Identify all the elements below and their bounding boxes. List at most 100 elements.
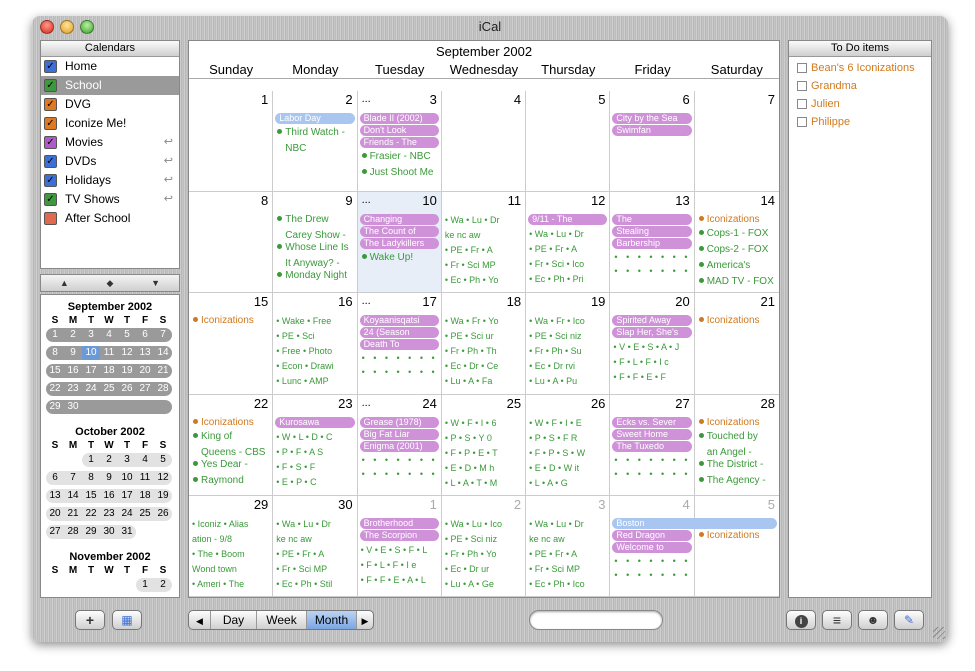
- day-cell[interactable]: 10... Changing The Count of The Ladykillers…: [357, 192, 442, 294]
- mini-prev-button[interactable]: ▲: [60, 278, 69, 288]
- event-item[interactable]: Queens - CBS: [193, 447, 270, 459]
- day-cell[interactable]: 19 • Wa • Fr • Ico • PE • Sci niz • Fr • Ph…: [526, 293, 611, 395]
- mini-day[interactable]: 7: [64, 471, 82, 485]
- mini-day[interactable]: 18: [100, 364, 118, 378]
- event-grid-row[interactable]: • E • D • W it: [529, 462, 607, 474]
- event-grid-row[interactable]: • Ec • Ph • Stil: [276, 578, 354, 590]
- todo-checkbox[interactable]: [797, 81, 807, 91]
- mini-day[interactable]: 12: [154, 471, 172, 485]
- event-band[interactable]: Labor Day: [275, 113, 355, 124]
- mini-day[interactable]: 24: [82, 382, 100, 396]
- event-item[interactable]: Monday Night: [277, 270, 354, 282]
- event-grid-row[interactable]: • Wa • Lu • Ico: [445, 518, 523, 530]
- event-band[interactable]: Big Fat Liar: [359, 428, 439, 440]
- event-band[interactable]: Brotherhood: [359, 517, 439, 529]
- calendar-item[interactable]: ✓ TV Shows ↩: [41, 190, 179, 209]
- event-item[interactable]: NBC: [277, 143, 354, 155]
- event-grid-row[interactable]: • F • P • S • W: [529, 447, 607, 459]
- day-cell[interactable]: 27 Ecks vs. Sever Sweet Home The Tuxedo • • …: [610, 394, 695, 496]
- calendar-item[interactable]: ✓ DVG: [41, 95, 179, 114]
- event-grid-row[interactable]: • Fr • Sci • Ico: [529, 258, 607, 270]
- event-item[interactable]: Iconizations: [698, 315, 777, 327]
- calendar-checkbox[interactable]: ✓: [44, 193, 57, 206]
- event-item[interactable]: The Drew: [277, 214, 354, 226]
- event-grid-row[interactable]: • F • S • F: [276, 461, 354, 473]
- event-grid-row[interactable]: • L • A • T • M: [445, 477, 523, 489]
- mini-day[interactable]: 9: [100, 471, 118, 485]
- day-cell[interactable]: 4 Red Dragon Welcome to • • • • • • • • • • …: [610, 495, 695, 597]
- todo-item[interactable]: Grandma: [789, 77, 931, 95]
- event-grid-row[interactable]: • Wa • Lu • Dr: [529, 518, 607, 530]
- event-grid-row[interactable]: • Fr • Sci MP: [529, 563, 607, 575]
- event-grid-row[interactable]: • Fr • Sci MP: [276, 563, 354, 575]
- event-item[interactable]: Iconizations: [193, 315, 270, 327]
- event-dot-row[interactable]: • • • • • • • •: [362, 367, 441, 377]
- mini-day[interactable]: 5: [118, 328, 136, 342]
- mini-day[interactable]: 2: [64, 328, 82, 342]
- mini-day[interactable]: 2: [100, 453, 118, 467]
- event-band[interactable]: The Ladykillers: [359, 238, 439, 250]
- mini-day[interactable]: 16: [100, 489, 118, 503]
- mini-today-button[interactable]: ◆: [107, 278, 114, 289]
- event-grid-row[interactable]: • Ec • Dr • Ce: [445, 360, 523, 372]
- mini-day[interactable]: 29: [46, 400, 64, 414]
- event-grid-row[interactable]: • W • L • D • C: [276, 431, 354, 443]
- event-dot-row[interactable]: • • • • • • • •: [362, 455, 441, 465]
- event-item[interactable]: an Angel -: [699, 447, 777, 459]
- mini-day[interactable]: 20: [136, 364, 154, 378]
- event-grid-row[interactable]: • Ameri • The: [192, 578, 270, 590]
- day-cell[interactable]: 2 • Wa • Lu • Ico • PE • Sci niz • Fr • Ph …: [441, 495, 527, 597]
- calendar-item[interactable]: ✓ DVDs ↩: [41, 152, 179, 171]
- event-grid-row[interactable]: • E • P • C: [276, 476, 354, 488]
- mini-day[interactable]: 16: [64, 364, 82, 378]
- event-band[interactable]: Welcome to: [612, 541, 692, 553]
- event-item[interactable]: Yes Dear -: [193, 459, 270, 471]
- event-dot-row[interactable]: • • • • • • • •: [614, 570, 693, 580]
- mini-day[interactable]: 2: [154, 578, 172, 592]
- event-band[interactable]: Sweet Home: [612, 428, 692, 440]
- todo-checkbox[interactable]: [797, 99, 807, 109]
- mini-day[interactable]: 7: [154, 328, 172, 342]
- event-band[interactable]: The Tuxedo: [612, 440, 692, 452]
- calendar-item[interactable]: ✓ Home: [41, 57, 179, 76]
- event-band[interactable]: City by the Sea: [612, 113, 692, 124]
- event-grid-row[interactable]: • Wa • Fr • Yo: [445, 315, 523, 327]
- day-cell[interactable]: 2 Labor Day Third Watch - NBC: [273, 91, 358, 193]
- event-grid-row[interactable]: • Wa • Lu • Dr: [445, 214, 523, 226]
- event-grid-row[interactable]: • V • E • S • F • L: [361, 544, 439, 556]
- calendar-checkbox[interactable]: [44, 212, 57, 225]
- todo-item[interactable]: Julien: [789, 95, 931, 113]
- mini-day[interactable]: 3: [82, 328, 100, 342]
- day-cell[interactable]: 15 Iconizations: [189, 293, 274, 395]
- mini-day[interactable]: 8: [46, 346, 64, 360]
- day-cell[interactable]: 1: [189, 91, 274, 193]
- day-cell[interactable]: 21 Iconizations: [694, 293, 779, 395]
- event-item[interactable]: Raymond: [193, 475, 270, 487]
- mini-day[interactable]: 17: [118, 489, 136, 503]
- spanning-event-band[interactable]: Boston: [612, 517, 777, 529]
- event-item[interactable]: Frasier - NBC: [361, 151, 439, 163]
- event-grid-row[interactable]: • L • A • G: [529, 477, 607, 489]
- mini-day[interactable]: 18: [136, 489, 154, 503]
- mini-day[interactable]: 22: [46, 382, 64, 396]
- event-grid-row[interactable]: • E • D • M h: [445, 462, 523, 474]
- day-cell[interactable]: 17... Koyaanisqatsi 24 (Season Death To • • …: [357, 293, 442, 395]
- day-cell[interactable]: 26 • W • F • I • E • P • S • F R • F • P • …: [526, 394, 611, 496]
- event-grid-row[interactable]: • Wa • Fr • Ico: [529, 315, 607, 327]
- event-item[interactable]: The Agency -: [698, 475, 777, 487]
- mini-day[interactable]: 20: [46, 507, 64, 521]
- day-cell[interactable]: 11 • Wa • Lu • Dr ke nc aw • PE • Fr • A • …: [441, 192, 527, 294]
- mini-next-button[interactable]: ▼: [151, 278, 160, 288]
- day-cell[interactable]: 16 • Wake • Free • PE • Sci • Free • Photo •…: [273, 293, 358, 395]
- mini-month-toggle-button[interactable]: ▦: [112, 610, 142, 630]
- mini-day[interactable]: 5: [154, 453, 172, 467]
- event-item[interactable]: Whose Line Is: [277, 242, 354, 254]
- mini-day[interactable]: 12: [118, 346, 136, 360]
- event-grid-row[interactable]: • PE • Fr • A: [529, 548, 607, 560]
- mini-day[interactable]: 21: [154, 364, 172, 378]
- event-grid-row[interactable]: • PE • Fr • A: [445, 244, 523, 256]
- search-field[interactable]: [529, 610, 663, 630]
- event-item[interactable]: MAD TV - FOX: [698, 276, 777, 288]
- day-cell[interactable]: 18 • Wa • Fr • Yo • PE • Sci ur • Fr • Ph •…: [441, 293, 527, 395]
- event-grid-row[interactable]: • Lu • A • Fa: [445, 375, 523, 387]
